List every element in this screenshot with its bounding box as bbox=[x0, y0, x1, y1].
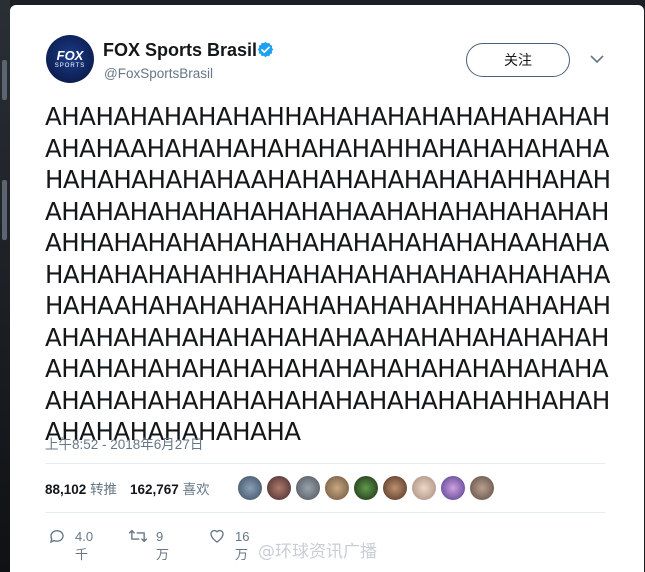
divider bbox=[45, 463, 605, 464]
verified-icon bbox=[257, 41, 274, 58]
liker-avatar[interactable] bbox=[296, 476, 320, 500]
like-stat-label: 喜欢 bbox=[182, 482, 210, 497]
account-handle[interactable]: @FoxSportsBrasil bbox=[104, 66, 213, 81]
retweet-stat-count: 88,102 bbox=[45, 482, 87, 497]
retweet-count: 9万 bbox=[156, 529, 170, 562]
like-stat-count: 162,767 bbox=[130, 482, 179, 497]
avatar-logo-subtext: SPORTS bbox=[54, 63, 86, 69]
background-strip bbox=[0, 0, 10, 572]
avatar-logo-text: FOX bbox=[56, 48, 84, 63]
avatar[interactable]: FOX SPORTS bbox=[46, 35, 94, 83]
liker-avatar[interactable] bbox=[325, 476, 349, 500]
background-decoration bbox=[2, 60, 7, 100]
like-stat[interactable]: 162,767 喜欢 bbox=[130, 478, 210, 498]
liker-avatar[interactable] bbox=[441, 476, 465, 500]
background-decoration bbox=[2, 180, 7, 240]
reply-count: 4.0千 bbox=[75, 529, 94, 562]
like-count: 16万 bbox=[235, 529, 250, 562]
watermark: @环球资讯广播 bbox=[258, 542, 377, 562]
tweet-text: AHAHAHAHAHAHAHHAHAHAHAHAHAHAHAHAHAHAHAAH… bbox=[45, 102, 611, 446]
heart-icon bbox=[210, 529, 224, 543]
liker-avatar[interactable] bbox=[412, 476, 436, 500]
account-name[interactable]: FOX Sports Brasil bbox=[103, 40, 257, 61]
retweet-icon bbox=[128, 529, 148, 543]
follow-button[interactable]: 关注 bbox=[466, 43, 570, 77]
retweet-stat-label: 转推 bbox=[90, 482, 118, 497]
liker-avatar[interactable] bbox=[267, 476, 291, 500]
reply-icon bbox=[49, 530, 64, 544]
liker-avatar[interactable] bbox=[354, 476, 378, 500]
tweet-timestamp[interactable]: 上午8:52 - 2018年6月27日 bbox=[45, 433, 203, 453]
liker-avatar[interactable] bbox=[383, 476, 407, 500]
tweet-card: FOX SPORTS FOX Sports Brasil @FoxSportsB… bbox=[10, 5, 644, 572]
divider bbox=[45, 512, 605, 513]
retweet-stat[interactable]: 88,102 转推 bbox=[45, 478, 117, 498]
liker-avatar[interactable] bbox=[238, 476, 262, 500]
chevron-down-icon[interactable] bbox=[590, 53, 604, 65]
liker-avatar[interactable] bbox=[470, 476, 494, 500]
